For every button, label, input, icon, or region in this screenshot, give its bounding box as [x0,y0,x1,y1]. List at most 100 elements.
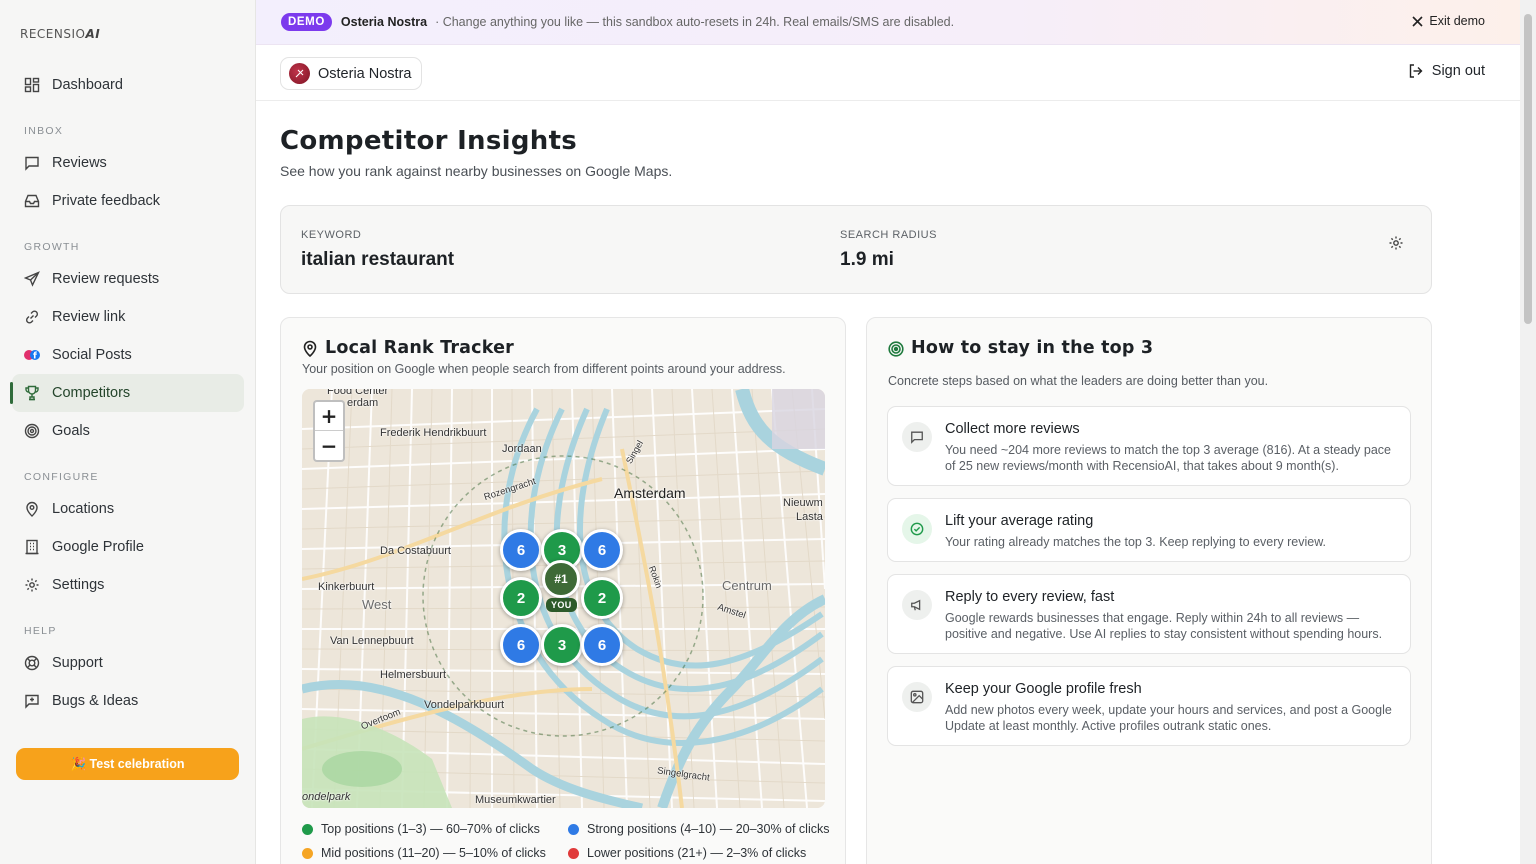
tip-card: Collect more reviews You need ~204 more … [887,406,1411,486]
sidebar-item-bugs-ideas[interactable]: Bugs & Ideas [12,682,244,720]
target-icon [888,341,904,357]
image-icon [902,682,932,712]
sidebar-item-settings[interactable]: Settings [12,566,244,604]
sidebar-item-private-feedback[interactable]: Private feedback [12,182,244,220]
map-label: Jordaan [502,443,542,455]
legend-item-mid: Mid positions (11–20) — 5–10% of clicks [302,846,546,860]
rank-pin[interactable]: 6 [500,624,542,666]
tip-title: Lift your average rating [945,513,1094,529]
sidebar-item-goals[interactable]: Goals [12,412,244,450]
business-avatar [289,63,310,84]
sidebar-item-support[interactable]: Support [12,644,244,682]
sidebar-item-label: Google Profile [52,539,144,555]
sidebar-item-label: Reviews [52,155,107,171]
sidebar-item-competitors[interactable]: Competitors [10,374,244,412]
sidebar-nav: Dashboard INBOX Reviews Private feedback… [0,66,256,720]
business-switcher[interactable]: Osteria Nostra [280,57,423,90]
message-plus-icon [25,694,39,709]
trophy-icon [25,385,39,401]
rank-pin[interactable]: 6 [581,624,623,666]
inbox-icon [24,194,40,208]
exit-demo-label: Exit demo [1429,14,1485,28]
send-icon [24,271,40,287]
demo-badge: DEMO [281,13,332,31]
legend-dot [302,847,313,859]
tip-text: Add new photos every week, update your h… [945,703,1392,733]
message-square-icon [25,156,39,171]
sidebar-item-google-profile[interactable]: Google Profile [12,528,244,566]
link-icon [25,310,39,324]
sidebar-item-dashboard[interactable]: Dashboard [12,66,244,104]
megaphone-icon [902,590,932,620]
test-celebration-button[interactable]: 🎉 Test celebration [16,748,239,780]
business-logo-icon [295,69,304,78]
tip-card: Lift your average rating Your rating alr… [887,498,1411,562]
section-label-help: HELP [24,625,57,637]
section-label-inbox: INBOX [24,125,64,137]
legend-dot [302,823,313,835]
sign-out-label: Sign out [1431,63,1485,79]
rank-map[interactable]: + − Food Center erdam Frederik Hendrikbu… [302,389,825,808]
sidebar-item-label: Private feedback [52,193,161,209]
tip-title: Collect more reviews [945,421,1080,437]
rank-tracker-card: Local Rank Tracker Your position on Goog… [280,317,846,864]
rank-pin[interactable]: 6 [581,529,623,571]
legend-label: Strong positions (4–10) — 20–30% of clic… [587,822,830,836]
sidebar-item-social-posts[interactable]: f Social Posts [12,336,244,374]
legend-label: Mid positions (11–20) — 5–10% of clicks [321,846,546,860]
rank-pin[interactable]: 2 [500,577,542,619]
page-scrollbar[interactable] [1520,0,1536,864]
tip-text: You need ~204 more reviews to match the … [945,443,1392,473]
zoom-in-button[interactable]: + [315,402,343,431]
sidebar-item-review-link[interactable]: Review link [12,298,244,336]
you-label: YOU [546,598,577,612]
map-label: Food Center [327,389,389,397]
map-label: Lasta [796,511,823,523]
keyword-label: KEYWORD [301,229,362,241]
map-label: Frederik Hendrikbuurt [380,427,487,439]
rank-pin[interactable]: 2 [581,577,623,619]
sidebar-item-review-requests[interactable]: Review requests [12,260,244,298]
legend-dot [568,823,579,835]
search-settings-card: KEYWORD italian restaurant SEARCH RADIUS… [280,205,1432,294]
keyword-value: italian restaurant [301,249,455,270]
banner-message: · Change anything you like — this sandbo… [435,15,955,29]
scrollbar-thumb[interactable] [1524,14,1532,324]
page-subtitle: See how you rank against nearby business… [280,163,673,179]
rank-tracker-title: Local Rank Tracker [325,338,515,358]
rank-pin[interactable]: 3 [541,624,583,666]
legend-label: Lower positions (21+) — 2–3% of clicks [587,846,807,860]
map-pin-icon [26,501,38,517]
rank-pin[interactable]: 6 [500,529,542,571]
search-radius-value: 1.9 mi [840,249,894,270]
sidebar-item-reviews[interactable]: Reviews [12,144,244,182]
sidebar-item-label: Review link [52,309,126,325]
tip-title: Keep your Google profile fresh [945,681,1142,697]
map-label: ondelpark [302,791,351,803]
sidebar-item-locations[interactable]: Locations [12,490,244,528]
sidebar-item-label: Support [52,655,103,671]
building-icon [25,539,39,555]
message-square-icon [902,422,932,452]
app-logo[interactable]: RECENSIOAI [20,27,100,41]
tip-card: Reply to every review, fast Google rewar… [887,574,1411,654]
map-label: Kinkerbuurt [318,581,375,593]
tip-title: Reply to every review, fast [945,589,1115,605]
sidebar-item-label: Settings [52,577,105,593]
sidebar-item-label: Dashboard [52,77,123,93]
map-label: Da Costabuurt [380,545,451,557]
zoom-out-button[interactable]: − [315,431,343,460]
map-label: West [362,597,392,612]
sidebar-item-label: Social Posts [52,347,132,363]
sidebar-item-label: Review requests [52,271,160,287]
gear-icon[interactable] [1388,235,1404,251]
search-radius-label: SEARCH RADIUS [840,229,937,241]
your-business-pin[interactable]: #1 [542,560,580,598]
map-label: Nieuwm [783,497,823,509]
log-out-icon [1409,64,1423,78]
map-label: Amsterdam [614,485,686,501]
legend-item-strong: Strong positions (4–10) — 20–30% of clic… [568,822,830,836]
exit-demo-button[interactable]: Exit demo [1412,14,1485,28]
map-label: Helmersbuurt [380,669,447,681]
sign-out-button[interactable]: Sign out [1408,63,1485,79]
